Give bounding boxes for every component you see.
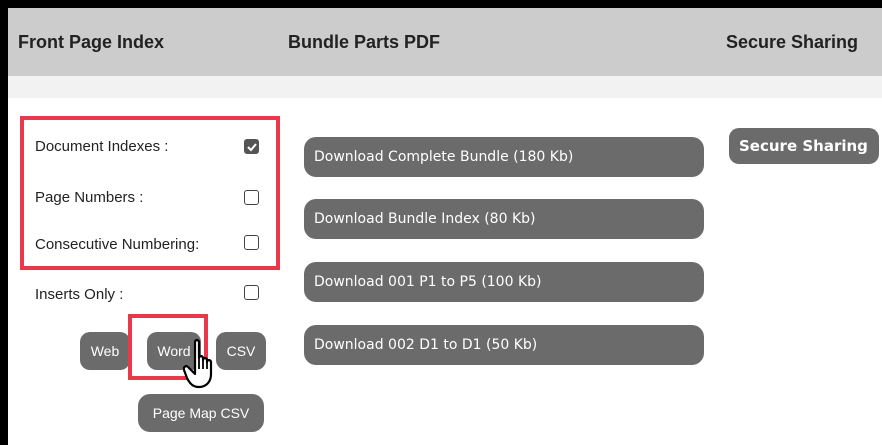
- web-button[interactable]: Web: [80, 332, 130, 370]
- bundle-export-panel: Front Page Index Bundle Parts PDF Secure…: [8, 8, 882, 445]
- download-002-button[interactable]: Download 002 D1 to D1 (50 Kb): [304, 325, 704, 365]
- front-page-index-title: Front Page Index: [18, 32, 165, 52]
- secure-sharing-title: Secure Sharing: [726, 32, 859, 52]
- hand-pointer-icon: [183, 339, 213, 389]
- download-complete-bundle-button[interactable]: Download Complete Bundle (180 Kb): [304, 137, 704, 177]
- options-highlight-box: [20, 116, 280, 270]
- inserts-only-checkbox[interactable]: [244, 285, 259, 300]
- page-map-csv-button[interactable]: Page Map CSV: [138, 394, 264, 432]
- bundle-parts-pdf-title: Bundle Parts PDF: [288, 32, 441, 52]
- download-bundle-index-button[interactable]: Download Bundle Index (80 Kb): [304, 199, 704, 239]
- secure-sharing-button[interactable]: Secure Sharing: [729, 128, 879, 164]
- inserts-only-label: Inserts Only :: [35, 286, 124, 303]
- download-001-button[interactable]: Download 001 P1 to P5 (100 Kb): [304, 262, 704, 302]
- header-bar: Front Page Index Bundle Parts PDF Secure…: [8, 8, 882, 76]
- csv-button[interactable]: CSV: [216, 332, 266, 370]
